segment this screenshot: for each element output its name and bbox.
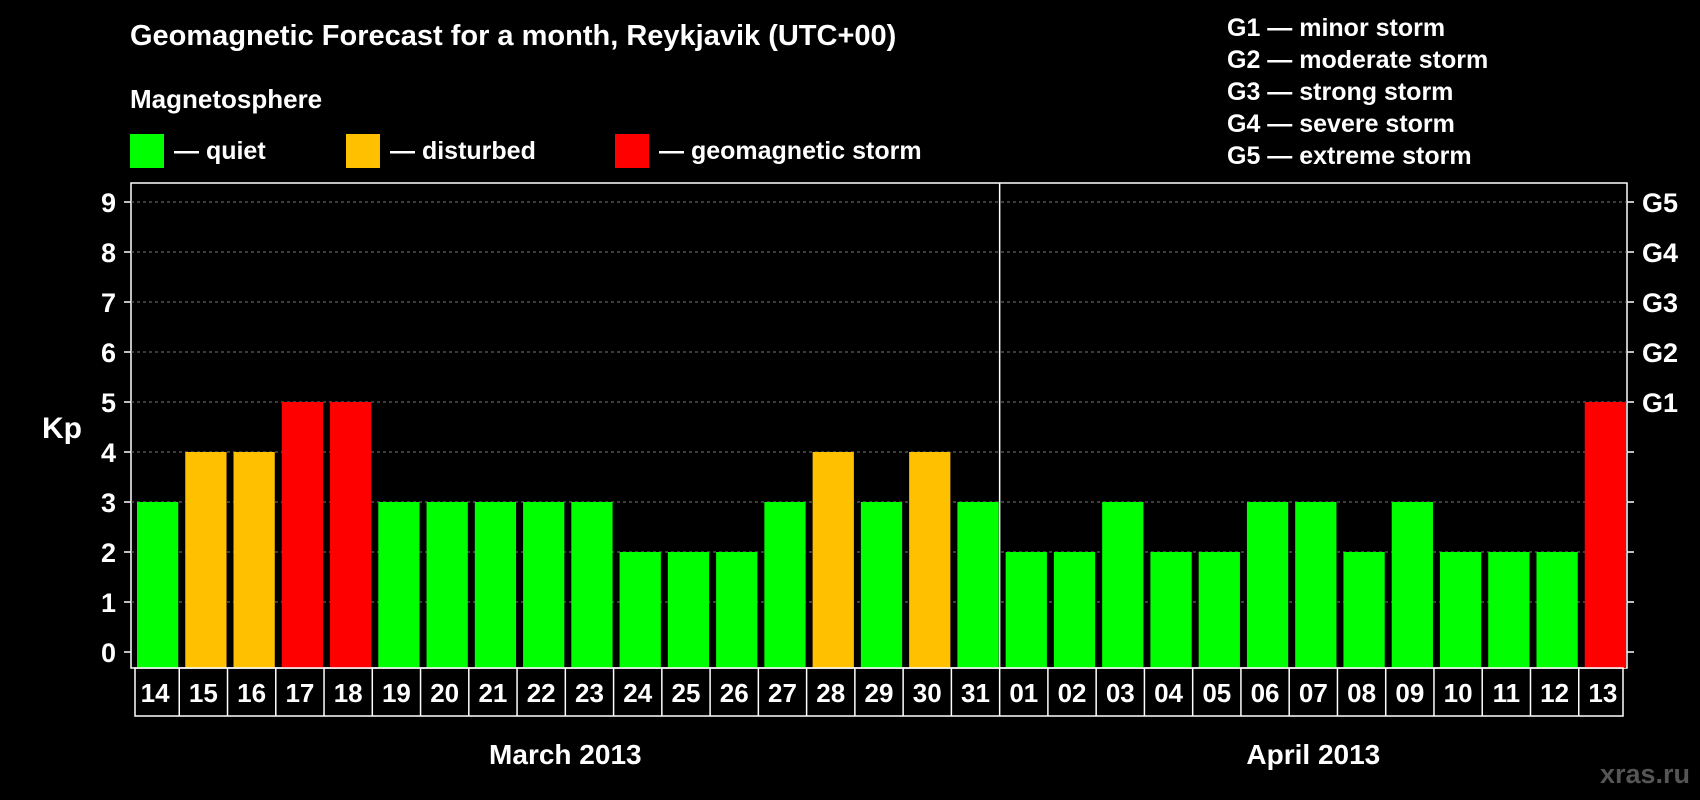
bar [1343,552,1385,668]
date-label: 29 [865,678,894,708]
y-tick-label: 8 [101,238,116,268]
month-label: April 2013 [1246,739,1380,770]
date-label: 28 [816,678,845,708]
date-label: 05 [1202,678,1231,708]
bar [1488,552,1530,668]
date-label: 27 [768,678,797,708]
bar [1439,552,1482,668]
bar [860,502,903,668]
date-label: 13 [1588,678,1617,708]
bar [137,502,179,668]
date-label: 01 [1009,678,1038,708]
y-tick-label: 2 [101,538,116,568]
date-label: 04 [1154,678,1183,708]
date-label: 16 [237,678,266,708]
date-label: 24 [623,678,652,708]
date-label: 06 [1251,678,1280,708]
bar [1584,402,1626,668]
bar [330,402,372,668]
y-tick-label: 4 [101,438,116,468]
bar [1102,502,1144,668]
date-label: 26 [720,678,749,708]
bar [1536,552,1578,668]
date-label: 08 [1347,678,1376,708]
date-label: 07 [1299,678,1328,708]
g-level-label: G5 [1642,188,1678,218]
bar [812,452,854,668]
bar [957,502,999,668]
date-label: 19 [382,678,411,708]
bar [1391,502,1433,668]
bar [716,552,758,668]
bar [1005,552,1047,668]
bar [1053,552,1096,668]
y-tick-label: 5 [101,388,116,418]
y-tick-label: 9 [101,188,116,218]
bar [281,402,324,668]
month-label: March 2013 [489,739,642,770]
date-label: 12 [1540,678,1569,708]
date-label: 03 [1106,678,1135,708]
g-level-label: G4 [1642,238,1678,268]
bar [474,502,517,668]
y-tick-label: 3 [101,488,116,518]
bar [571,502,613,668]
date-label: 30 [913,678,942,708]
date-label: 17 [285,678,314,708]
g-level-label: G3 [1642,288,1678,318]
date-label: 09 [1395,678,1424,708]
y-tick-label: 0 [101,638,116,668]
bar [764,502,806,668]
bar [523,502,565,668]
bar [1295,502,1337,668]
bar [185,452,227,668]
date-label: 31 [961,678,990,708]
date-label: 02 [1058,678,1087,708]
watermark: xras.ru [1599,759,1690,789]
bar [233,452,275,668]
date-label: 18 [334,678,363,708]
y-axis-label: Kp [42,412,82,445]
bar [378,502,420,668]
date-label: 25 [672,678,701,708]
y-tick-label: 6 [101,338,116,368]
g-level-label: G1 [1642,388,1678,418]
date-label: 20 [430,678,459,708]
date-label: 14 [141,678,170,708]
bar [1150,552,1192,668]
bar [667,552,710,668]
kp-bar-chart: 0123456789G1G2G3G4G5Kp14 15 16 17 18 19 20 21 22… [42,182,1678,770]
bar [1246,502,1289,668]
bar [426,502,468,668]
g-level-label: G2 [1642,338,1678,368]
date-label: 10 [1444,678,1473,708]
y-tick-label: 7 [101,288,116,318]
date-label: 11 [1493,678,1521,708]
date-label: 15 [189,678,218,708]
bar [909,452,951,668]
date-label: 23 [575,678,604,708]
date-label: 22 [527,678,556,708]
date-label: 21 [478,678,507,708]
bar [619,552,661,668]
bar [1198,552,1240,668]
y-tick-label: 1 [101,588,116,618]
